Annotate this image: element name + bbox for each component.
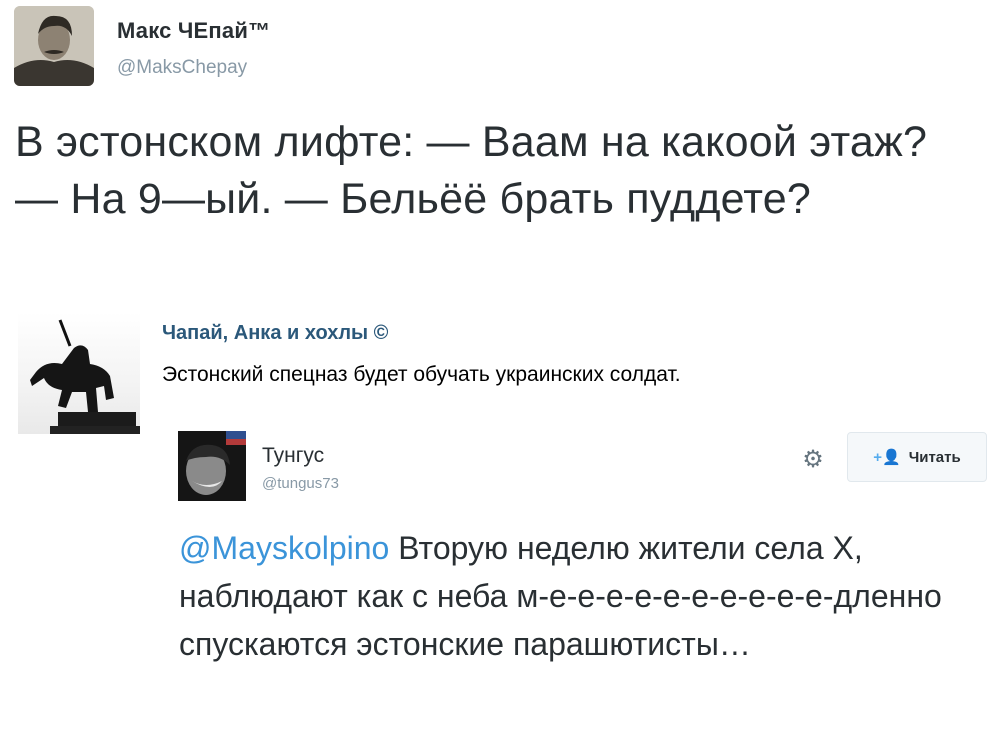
gear-icon[interactable]: ⚙: [800, 446, 826, 473]
follow-button[interactable]: +👤 Читать: [847, 432, 987, 482]
avatar-image: [14, 6, 94, 86]
group-name[interactable]: Чапай, Анка и хохлы ©: [162, 322, 388, 345]
embedded-avatar-image: [178, 431, 246, 501]
author-handle[interactable]: @MaksChepay: [117, 57, 247, 79]
embedded-author-handle[interactable]: @tungus73: [262, 475, 339, 492]
author-avatar[interactable]: [14, 6, 94, 86]
embedded-author-name[interactable]: Тунгус: [262, 444, 324, 468]
follow-button-label: Читать: [908, 448, 961, 466]
embedded-tweet-text: @Mayskolpino Вторую неделю жители села Х…: [179, 524, 979, 668]
author-name[interactable]: Макс ЧЕпай™: [117, 18, 270, 44]
post-text: Эстонский спецназ будет обучать украинск…: [162, 363, 681, 386]
horseman-statue-image: [30, 319, 142, 434]
tweet-text: В эстонском лифте: — Ваам на какоой этаж…: [15, 118, 928, 223]
follow-icon: +👤: [873, 449, 901, 466]
group-avatar[interactable]: [18, 312, 142, 434]
mention-link[interactable]: @Mayskolpino: [179, 530, 389, 566]
embedded-author-avatar[interactable]: [178, 431, 246, 501]
